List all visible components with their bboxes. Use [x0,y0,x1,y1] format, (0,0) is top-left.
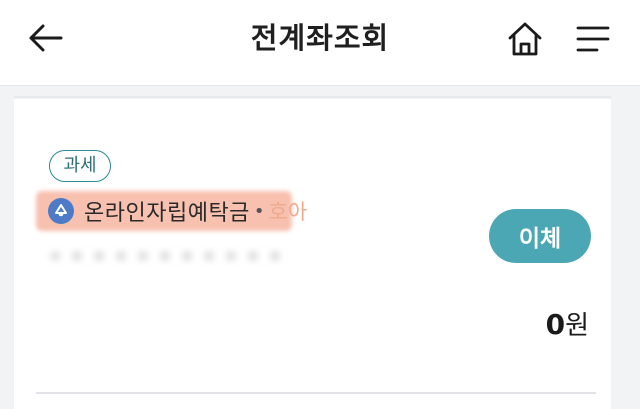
balance: 0원 [546,305,589,342]
hamburger-menu-icon [576,26,610,52]
card-divider [36,392,596,394]
app-header: 전계좌조회 [0,0,640,86]
home-icon [508,22,542,56]
account-card[interactable]: 과세 온라인자립예탁금 • 호아 이체 0원 [14,99,611,409]
balance-unit: 원 [565,311,589,341]
home-button[interactable] [500,16,550,62]
account-name-row[interactable]: 온라인자립예탁금 • 호아 [36,191,307,231]
account-name-tail: 호아 [268,200,308,224]
balance-amount: 0 [545,308,566,341]
account-separator: • [253,200,265,222]
tax-badge: 과세 [49,150,111,182]
masked-account-number [50,251,290,261]
section-divider [14,96,611,98]
menu-button[interactable] [568,16,618,62]
transfer-button[interactable]: 이체 [489,209,591,263]
account-name: 온라인자립예탁금 [84,201,250,226]
product-icon [48,198,74,224]
